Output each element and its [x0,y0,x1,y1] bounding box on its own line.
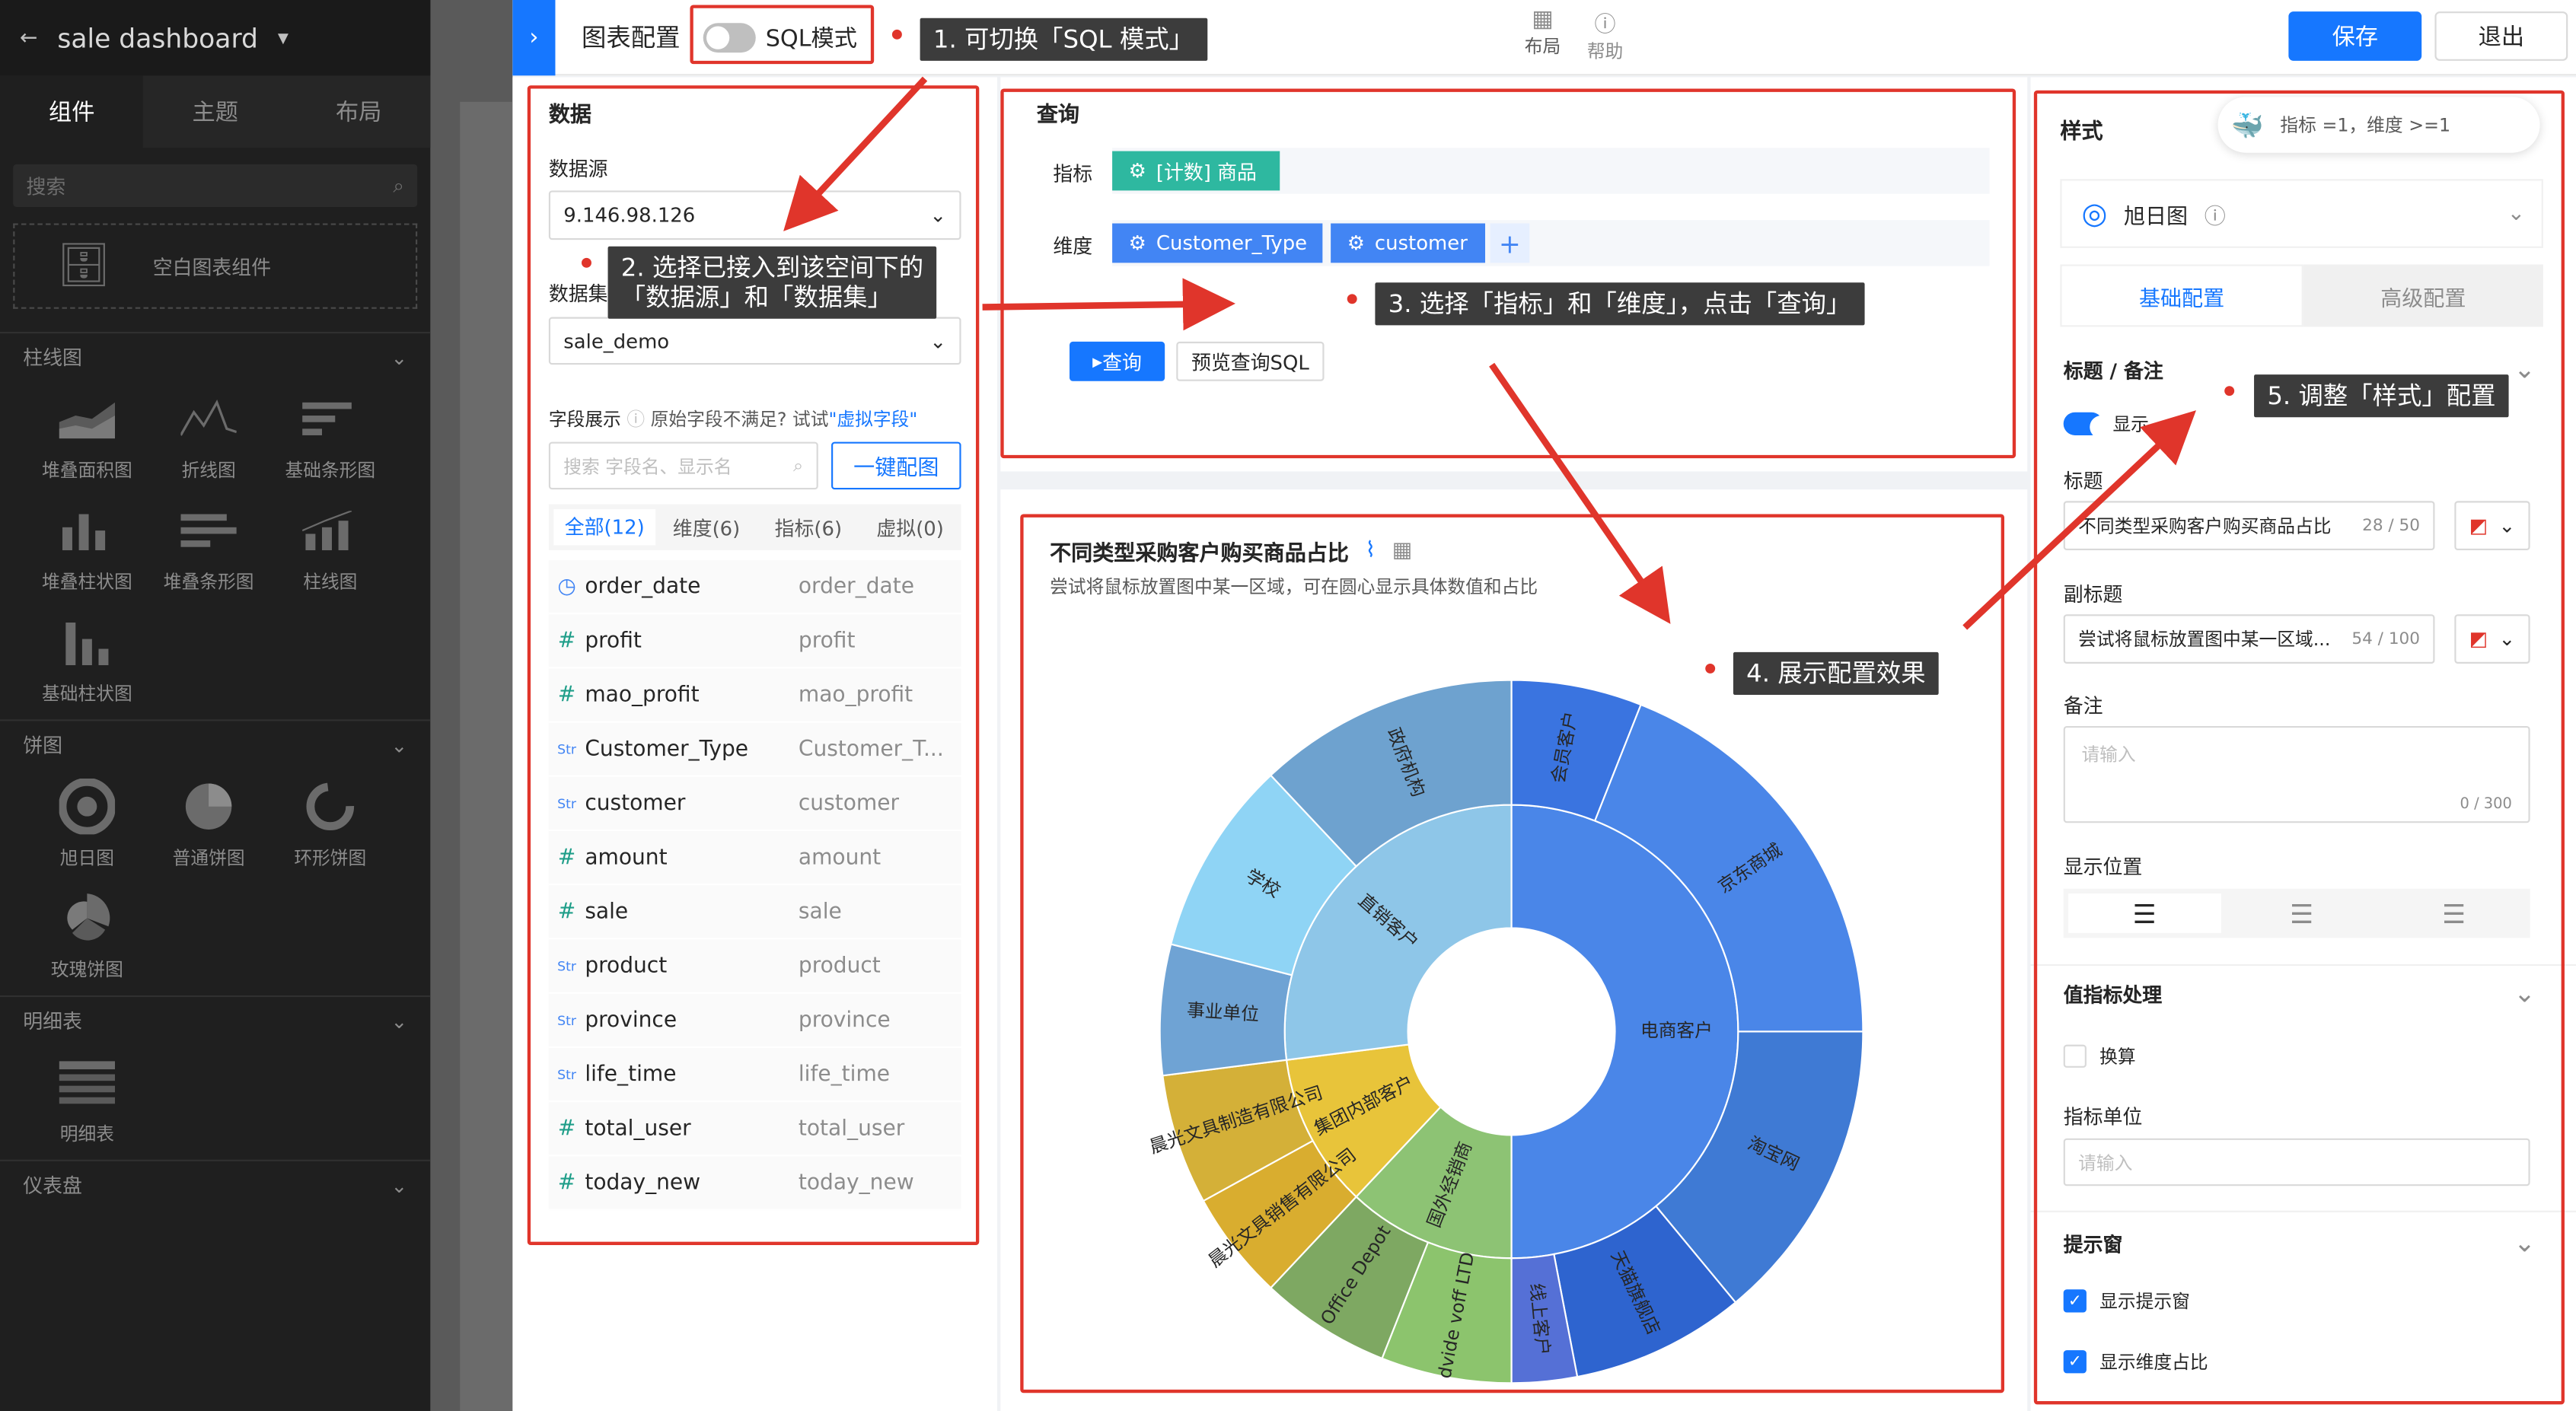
stacked-column-icon [54,502,120,558]
chart-item-basic-column[interactable]: 基础柱状图 [27,614,148,706]
chart-item-basic-bar[interactable]: 基础条形图 [269,391,391,483]
annotation-1: 1. 可切换「SQL 模式」 [920,18,1207,61]
section-gauge[interactable]: 仪表盘 ⌄ [0,1159,431,1209]
annotation-dot [2224,386,2235,397]
bar-line-icon [298,502,363,558]
highlight-query-panel [1000,88,2016,459]
pie-icon [176,779,241,834]
component-sidebar: ← sale dashboard ▾ 组件 主题 布局 搜索 ⌕ 🗄 空白图表组… [0,0,431,1411]
chart-item-label: 明细表 [59,1123,114,1145]
stacked-area-icon [54,391,120,447]
sidebar-tabs: 组件 主题 布局 [0,75,431,148]
empty-chart-component[interactable]: 🗄 空白图表组件 [13,223,418,309]
chevron-down-icon[interactable]: ▾ [278,25,289,49]
chart-item-bar-line[interactable]: 柱线图 [269,502,391,594]
tab-theme[interactable]: 主题 [143,75,286,148]
pie-grid: 旭日图 普通饼图 环形饼图 玫瑰饼图 [0,769,430,995]
chevron-down-icon: ⌄ [391,733,408,756]
help-button[interactable]: ⓘ 帮助 [1587,7,1623,65]
chart-item-label: 基础条形图 [285,460,376,482]
chevron-down-icon: ⌄ [391,346,408,369]
layout-button[interactable]: ▦ 布局 [1525,7,1561,59]
layout-icon: ▦ [1532,6,1554,33]
annotation-dot [582,257,591,268]
section-title: 柱线图 [23,346,82,370]
chart-item-rose[interactable]: 玫瑰饼图 [27,890,148,983]
chart-item-sunburst[interactable]: 旭日图 [27,779,148,871]
page-title: 图表配置 [582,23,681,53]
chart-item-pie[interactable]: 普通饼图 [148,779,269,871]
chart-item-label: 柱线图 [303,572,358,594]
chart-item-stacked-bar[interactable]: 堆叠条形图 [148,502,269,594]
chart-item-donut[interactable]: 环形饼图 [269,779,391,871]
annotation-dot [1705,663,1716,674]
chart-item-stacked-area[interactable]: 堆叠面积图 [27,391,148,483]
chart-item-label: 堆叠柱状图 [42,572,132,594]
section-bar-line[interactable]: 柱线图 ⌄ [0,331,431,381]
chart-item-label: 基础柱状图 [42,683,132,705]
chart-item-detail-table[interactable]: 明细表 [27,1055,148,1147]
section-title: 明细表 [23,1010,82,1034]
stacked-bar-icon [176,502,241,558]
dashboard-name[interactable]: sale dashboard [57,22,258,53]
rose-pie-icon [54,890,120,946]
column-chart-icon [54,614,120,670]
chart-item-line[interactable]: 折线图 [148,391,269,483]
annotation-4: 4. 展示配置效果 [1733,651,1939,695]
chart-item-label: 折线图 [181,460,236,482]
tab-layout[interactable]: 布局 [287,75,430,148]
horizontal-bar-icon [298,391,363,447]
annotation-dot [891,29,902,40]
help-icon: ⓘ [1594,13,1616,38]
chart-item-label: 玫瑰饼图 [50,959,123,981]
table-grid: 明细表 [0,1045,430,1160]
annotation-3: 3. 选择「指标」和「维度」，点击「查询」 [1375,282,1864,326]
component-search-input[interactable]: 搜索 ⌕ [13,164,418,207]
database-icon: 🗄 [56,241,111,291]
highlight-chart-panel [1020,514,2005,1393]
empty-component-label: 空白图表组件 [152,255,272,279]
section-title: 仪表盘 [23,1174,82,1198]
chart-item-label: 普通饼图 [172,847,245,869]
table-icon [54,1055,120,1110]
chart-item-label: 堆叠条形图 [163,572,254,594]
exit-button[interactable]: 退出 [2434,11,2568,61]
layout-label: 布局 [1524,36,1561,58]
chart-item-label: 环形饼图 [294,847,367,869]
annotation-2: 2. 选择已接入到该空间下的 「数据源」和「数据集」 [607,246,937,319]
chart-item-label: 堆叠面积图 [42,460,132,482]
section-table[interactable]: 明细表 ⌄ [0,995,431,1045]
highlight-style-panel [2033,90,2565,1405]
line-chart-icon [176,391,241,447]
chevron-down-icon: ⌄ [391,1009,408,1033]
help-label: 帮助 [1586,40,1624,63]
annotation-2-line-1: 2. 选择已接入到该空间下的 [620,253,924,283]
chart-item-stacked-column[interactable]: 堆叠柱状图 [27,502,148,594]
annotation-2-line-2: 「数据源」和「数据集」 [620,282,892,313]
tab-components[interactable]: 组件 [0,75,144,148]
highlight-sql-mode [690,5,875,65]
save-button[interactable]: 保存 [2288,11,2422,61]
section-title: 饼图 [23,734,63,757]
chart-item-label: 旭日图 [59,847,114,869]
section-pie[interactable]: 饼图 ⌄ [0,719,431,769]
collapse-arrow-icon[interactable]: › [512,0,556,75]
canvas-overlay [430,0,513,1411]
donut-icon [298,779,363,834]
canvas-background [460,101,513,1411]
annotation-5: 5. 调整「样式」配置 [2254,374,2509,418]
annotation-dot [1347,294,1357,304]
sunburst-icon [54,779,120,835]
bar-line-grid: 堆叠面积图 折线图 基础条形图 堆叠柱状图 堆叠条形图 柱线图 基础柱状图 [0,381,430,720]
dashboard-header: ← sale dashboard ▾ [0,0,431,76]
search-placeholder: 搜索 [26,174,66,199]
search-icon: ⌕ [393,173,404,196]
chevron-down-icon: ⌄ [391,1174,408,1197]
back-arrow-icon[interactable]: ← [20,25,38,49]
